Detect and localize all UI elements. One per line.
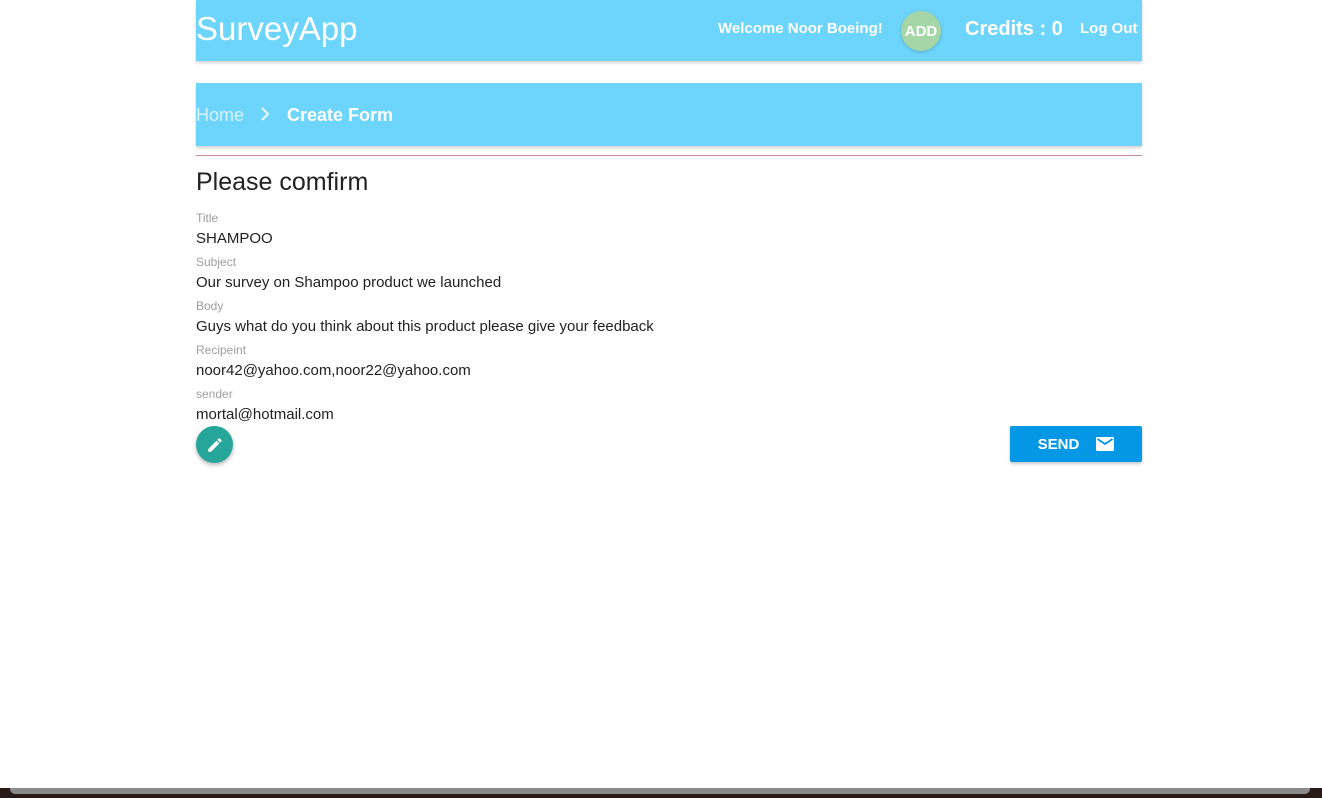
brand-logo[interactable]: SurveyApp [196,9,357,49]
welcome-text: Welcome Noor Boeing! [718,20,883,37]
field-value-recipient: noor42@yahoo.com,noor22@yahoo.com [196,362,471,379]
window-bottom-bar [10,788,1310,794]
field-label-subject: Subject [196,255,237,269]
mail-icon [1096,437,1115,451]
send-button-label: SEND [1037,435,1080,453]
field-value-body: Guys what do you think about this produc… [196,318,654,335]
breadcrumb: Home Create Form [196,83,1142,146]
field-value-title: SHAMPOO [196,230,273,247]
credits-count: Credits : 0 [965,18,1063,40]
chevron-right-icon [258,105,272,123]
page-title: Please comfirm [196,168,369,196]
breadcrumb-current: Create Form [287,105,394,125]
field-label-recipient: Recipeint [196,343,247,357]
field-label-sender: sender [196,387,233,401]
field-label-body: Body [196,299,224,313]
navbar: SurveyApp Welcome Noor Boeing! ADD Credi… [196,0,1142,61]
logout-link[interactable]: Log Out [1080,20,1137,38]
field-value-subject: Our survey on Shampoo product we launche… [196,274,502,291]
edit-button[interactable] [196,426,233,463]
breadcrumb-home-link[interactable]: Home [196,104,244,126]
divider [196,155,1142,156]
window-bottom-edge [0,788,1322,798]
add-credits-button[interactable]: ADD [901,11,941,51]
send-button[interactable]: SEND [1010,426,1142,462]
pencil-icon [206,436,224,454]
field-label-title: Title [196,211,219,225]
field-value-sender: mortal@hotmail.com [196,406,334,423]
